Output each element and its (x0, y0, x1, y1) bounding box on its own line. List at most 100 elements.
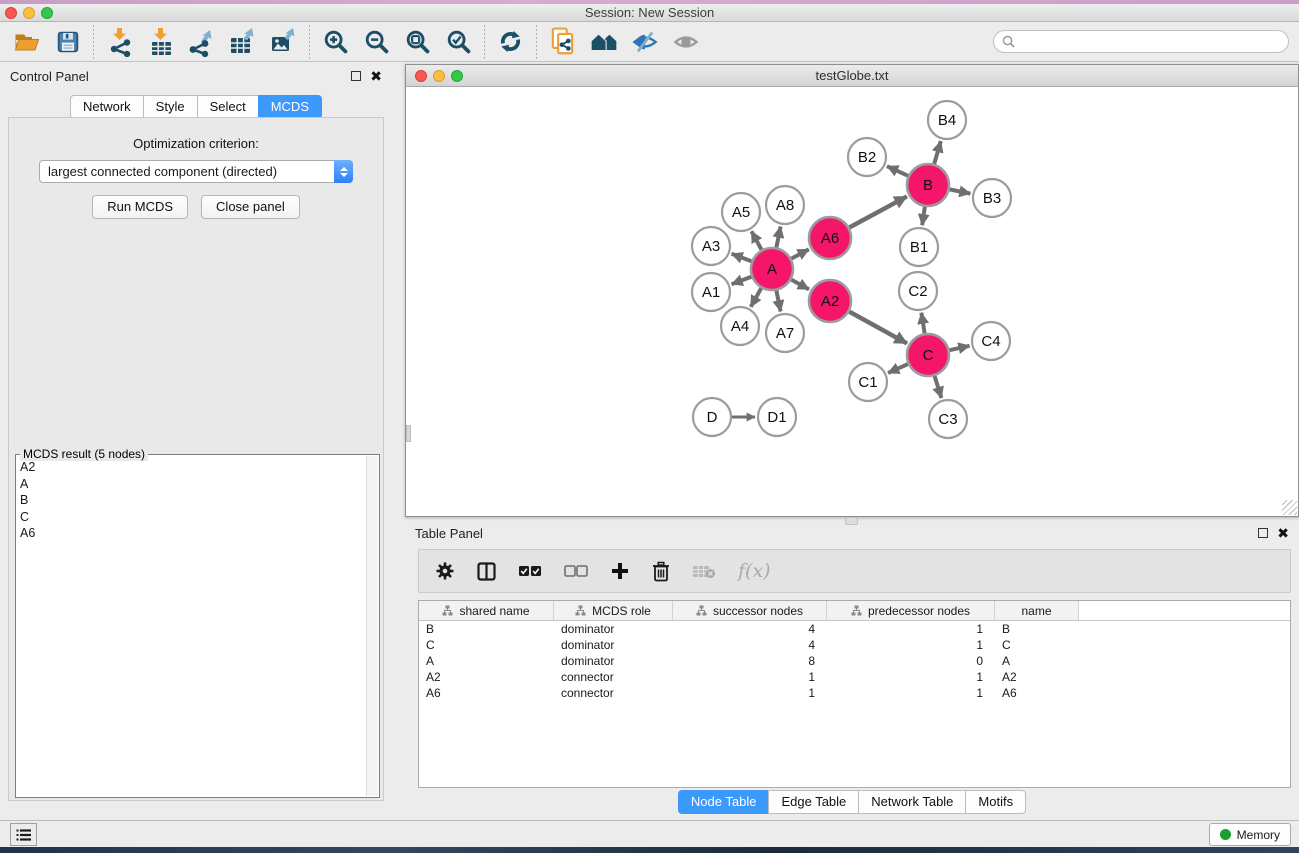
node-B[interactable]: B (907, 164, 949, 206)
search-field[interactable] (993, 30, 1289, 53)
column-header-shared-name[interactable]: shared name (419, 601, 554, 620)
zoom-window-button[interactable] (41, 7, 53, 19)
zoom-out-icon[interactable] (356, 24, 397, 60)
tab-edge-table[interactable]: Edge Table (768, 790, 858, 814)
table-row[interactable]: A6connector11A6 (419, 685, 1290, 701)
edge-A-A3[interactable] (732, 254, 752, 261)
close-window-button[interactable] (5, 7, 17, 19)
network-minimize-button[interactable] (433, 70, 445, 82)
edge-B-B4[interactable] (934, 141, 941, 164)
add-column-icon[interactable] (610, 561, 630, 581)
tab-node-table[interactable]: Node Table (678, 790, 769, 814)
column-header-name[interactable]: name (995, 601, 1079, 620)
edge-C-C4[interactable] (949, 346, 969, 350)
delete-table-icon[interactable] (692, 563, 716, 579)
node-C[interactable]: C (907, 334, 949, 376)
node-C2[interactable]: C2 (899, 272, 937, 310)
close-panel-icon[interactable]: ✖ (370, 71, 382, 81)
memory-button[interactable]: Memory (1209, 823, 1291, 846)
edge-A-A2[interactable] (791, 280, 809, 290)
tab-style[interactable]: Style (143, 95, 197, 119)
node-C4[interactable]: C4 (972, 322, 1010, 360)
close-table-panel-icon[interactable]: ✖ (1277, 528, 1289, 538)
clone-network-icon[interactable] (542, 24, 583, 60)
column-header-predecessor-nodes[interactable]: predecessor nodes (827, 601, 995, 620)
node-B4[interactable]: B4 (928, 101, 966, 139)
tab-mcds[interactable]: MCDS (258, 95, 322, 119)
network-zoom-button[interactable] (451, 70, 463, 82)
float-panel-icon[interactable] (351, 71, 361, 81)
import-table-icon[interactable] (140, 24, 181, 60)
node-A6[interactable]: A6 (809, 217, 851, 259)
edge-A2-C[interactable] (849, 312, 907, 344)
tab-network-table[interactable]: Network Table (858, 790, 965, 814)
result-item[interactable]: A2 (20, 459, 365, 476)
network-close-button[interactable] (415, 70, 427, 82)
close-panel-button[interactable]: Close panel (201, 195, 300, 219)
node-C3[interactable]: C3 (929, 400, 967, 438)
table-row[interactable]: Cdominator41C (419, 637, 1290, 653)
node-A3[interactable]: A3 (692, 227, 730, 265)
float-table-panel-icon[interactable] (1258, 528, 1268, 538)
split-panel-icon[interactable] (477, 562, 496, 581)
hide-eye-icon[interactable] (624, 24, 665, 60)
edge-A6-B[interactable] (849, 196, 907, 227)
settings-gear-icon[interactable] (435, 561, 455, 581)
edge-C-C3[interactable] (935, 376, 942, 398)
show-eye-icon[interactable] (665, 24, 706, 60)
save-session-icon[interactable] (47, 24, 88, 60)
result-item[interactable]: B (20, 492, 365, 509)
result-item[interactable]: A (20, 476, 365, 493)
run-mcds-button[interactable]: Run MCDS (92, 195, 188, 219)
home-view-icon[interactable] (583, 24, 624, 60)
table-row[interactable]: Adominator80A (419, 653, 1290, 669)
edge-A-A7[interactable] (776, 291, 780, 312)
edge-B-B1[interactable] (922, 207, 925, 225)
select-all-icon[interactable] (518, 565, 542, 577)
tab-network[interactable]: Network (70, 95, 143, 119)
edge-A-A5[interactable] (752, 231, 762, 249)
edge-A-A8[interactable] (776, 227, 780, 248)
minimize-window-button[interactable] (23, 7, 35, 19)
column-header-successor-nodes[interactable]: successor nodes (673, 601, 827, 620)
table-row[interactable]: A2connector11A2 (419, 669, 1290, 685)
edge-A-A1[interactable] (732, 277, 752, 284)
node-D[interactable]: D (693, 398, 731, 436)
canvas-left-handle[interactable] (406, 425, 411, 442)
task-history-button[interactable] (10, 823, 37, 846)
export-image-icon[interactable] (263, 24, 304, 60)
zoom-in-icon[interactable] (315, 24, 356, 60)
node-A5[interactable]: A5 (722, 193, 760, 231)
refresh-view-icon[interactable] (490, 24, 531, 60)
zoom-fit-icon[interactable] (397, 24, 438, 60)
tab-motifs[interactable]: Motifs (965, 790, 1026, 814)
import-network-icon[interactable] (99, 24, 140, 60)
node-B2[interactable]: B2 (848, 138, 886, 176)
deselect-all-icon[interactable] (564, 565, 588, 577)
edge-C-C1[interactable] (888, 364, 908, 373)
export-table-icon[interactable] (222, 24, 263, 60)
edge-B-B2[interactable] (887, 166, 908, 176)
node-C1[interactable]: C1 (849, 363, 887, 401)
node-B3[interactable]: B3 (973, 179, 1011, 217)
zoom-selected-icon[interactable] (438, 24, 479, 60)
search-input[interactable] (1020, 35, 1280, 49)
network-window-titlebar[interactable]: testGlobe.txt (406, 65, 1298, 87)
open-session-icon[interactable] (6, 24, 47, 60)
edge-A-A4[interactable] (751, 288, 761, 307)
node-A[interactable]: A (751, 248, 793, 290)
node-D1[interactable]: D1 (758, 398, 796, 436)
edge-A-A6[interactable] (791, 249, 808, 258)
node-A2[interactable]: A2 (809, 280, 851, 322)
result-scrollbar[interactable] (366, 456, 378, 796)
node-A4[interactable]: A4 (721, 307, 759, 345)
criterion-select[interactable]: largest connected component (directed) (39, 160, 353, 183)
function-builder-icon[interactable]: f(x) (738, 560, 771, 582)
node-B1[interactable]: B1 (900, 228, 938, 266)
result-item[interactable]: A6 (20, 525, 365, 542)
edge-B-B3[interactable] (950, 189, 971, 193)
mcds-result-list[interactable]: A2ABCA6 (20, 459, 365, 795)
node-A8[interactable]: A8 (766, 186, 804, 224)
result-item[interactable]: C (20, 509, 365, 526)
delete-column-icon[interactable] (652, 561, 670, 582)
